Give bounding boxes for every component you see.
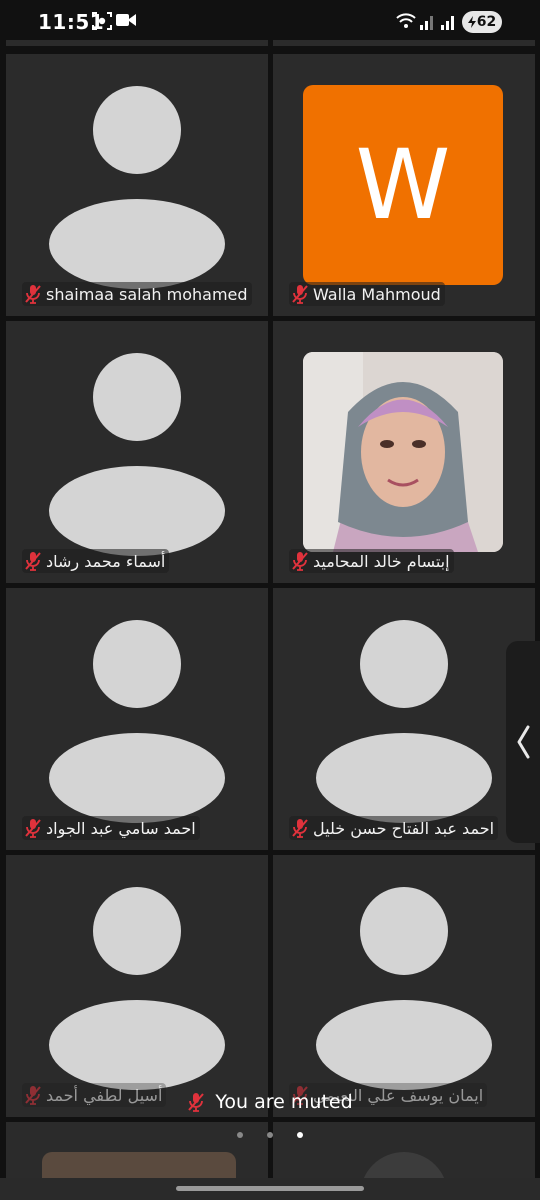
mic-muted-icon	[292, 552, 308, 571]
participant-tile[interactable]: إبتسام خالد المحاميد	[273, 321, 535, 583]
wifi-icon	[396, 13, 416, 28]
avatar-placeholder-icon	[49, 733, 225, 823]
avatar-placeholder-icon	[93, 620, 181, 708]
battery-icon: 62	[462, 11, 502, 33]
avatar-initial-letter: W	[355, 129, 451, 241]
toast-text: You are muted	[215, 1091, 353, 1113]
muted-toast: You are muted	[0, 1088, 540, 1116]
mic-muted-icon	[25, 552, 41, 571]
page-dot-active[interactable]	[297, 1132, 303, 1138]
avatar-placeholder-icon	[316, 733, 492, 823]
avatar-initial: W	[303, 85, 503, 285]
participant-name-row: احمد عبد الفتاح حسن خليل	[289, 816, 499, 840]
system-nav-bar	[0, 1178, 540, 1200]
avatar-placeholder-icon	[49, 1000, 225, 1090]
avatar-placeholder-icon	[93, 86, 181, 174]
mic-muted-icon	[292, 819, 308, 838]
participant-name: إبتسام خالد المحاميد	[313, 551, 450, 571]
avatar-placeholder-icon	[360, 1152, 448, 1178]
avatar-placeholder-icon	[93, 887, 181, 975]
avatar-placeholder-icon	[360, 620, 448, 708]
avatar-placeholder-icon	[49, 466, 225, 556]
participant-name: احمد عبد الفتاح حسن خليل	[313, 818, 495, 838]
avatar-placeholder-icon	[93, 353, 181, 441]
avatar-placeholder-icon	[316, 1000, 492, 1090]
page-dot[interactable]	[267, 1132, 273, 1138]
mic-muted-icon	[292, 285, 308, 304]
participant-name: أسماء محمد رشاد	[46, 551, 166, 571]
participant-tile[interactable]: أسيل لطفي أحمد	[6, 855, 268, 1117]
participant-tile[interactable]: أسماء محمد رشاد	[6, 321, 268, 583]
participant-name-row: احمد سامي عبد الجواد	[22, 816, 200, 840]
signal-icon	[420, 16, 433, 30]
mic-muted-icon	[25, 819, 41, 838]
video-camera-icon	[116, 14, 136, 26]
home-gesture-pill[interactable]	[176, 1186, 364, 1191]
page-dot[interactable]	[237, 1132, 243, 1138]
screen-record-icon	[92, 12, 112, 30]
avatar-placeholder-icon	[49, 199, 225, 289]
mic-muted-icon	[25, 285, 41, 304]
participant-name: shaimaa salah mohamed	[46, 284, 248, 304]
participant-name-row: shaimaa salah mohamed	[22, 282, 252, 306]
signal-icon	[441, 16, 454, 30]
participant-tile[interactable]: shaimaa salah mohamed	[6, 54, 268, 316]
participant-tile[interactable]	[6, 1122, 268, 1178]
page-indicator[interactable]	[0, 1132, 540, 1138]
participant-tile[interactable]: ايمان يوسف علي النعيمي	[273, 855, 535, 1117]
battery-level: 62	[476, 14, 497, 30]
participant-name-row: أسماء محمد رشاد	[22, 549, 170, 573]
side-panel-handle[interactable]	[506, 641, 540, 843]
participant-tile[interactable]: احمد عبد الفتاح حسن خليل	[273, 588, 535, 850]
mic-muted-icon	[188, 1093, 205, 1112]
avatar-placeholder-icon	[360, 887, 448, 975]
participant-photo	[42, 1152, 236, 1178]
participant-name-row: Walla Mahmoud	[289, 282, 445, 306]
participant-tile[interactable]: احمد سامي عبد الجواد	[6, 588, 268, 850]
participant-name: Walla Mahmoud	[313, 284, 441, 304]
participant-tile[interactable]: W Walla Mahmoud	[273, 54, 535, 316]
status-bar: 11:51 62	[0, 0, 540, 40]
participant-name: احمد سامي عبد الجواد	[46, 818, 196, 838]
chevron-left-icon	[517, 725, 530, 759]
participant-name-row: إبتسام خالد المحاميد	[289, 549, 454, 573]
participant-tile[interactable]	[273, 1122, 535, 1178]
participant-photo	[303, 352, 503, 552]
